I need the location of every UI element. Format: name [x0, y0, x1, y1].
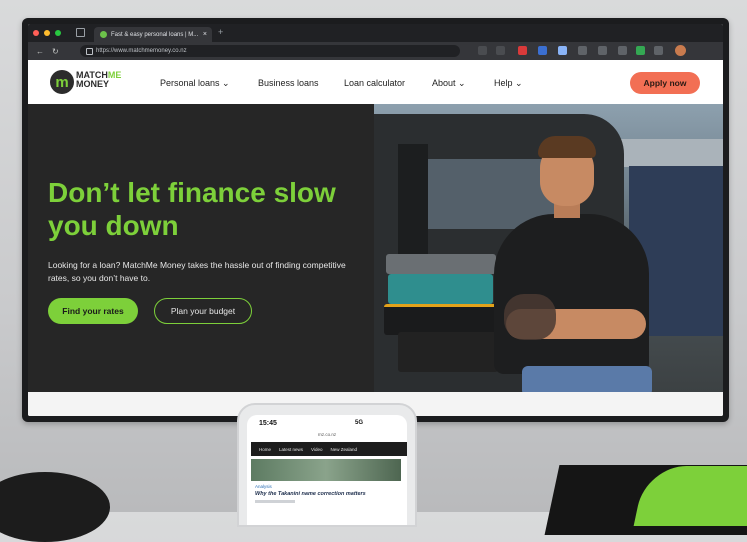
site-header: m MATCHME MONEY Personal loans ⌄ Busines… [28, 60, 723, 104]
back-icon[interactable]: ← [36, 47, 44, 56]
logo-mark-icon[interactable]: m [50, 70, 74, 94]
close-window-icon[interactable] [33, 30, 39, 36]
browser-tab[interactable]: Fast & easy personal loans | M... × [94, 27, 212, 42]
lock-icon [86, 48, 93, 55]
phone-article-image[interactable] [251, 459, 401, 481]
profile-avatar[interactable] [675, 45, 686, 56]
nav-loan-calculator[interactable]: Loan calculator [344, 78, 405, 88]
collections-icon[interactable] [598, 46, 607, 55]
favorites-icon[interactable] [618, 46, 627, 55]
phone-time: 15:45 [259, 420, 277, 427]
logo-text[interactable]: MATCHME MONEY [76, 71, 121, 89]
phone-url[interactable]: rnz.co.nz [247, 432, 407, 437]
phone-nav-home[interactable]: Home [259, 447, 271, 452]
read-aloud-icon[interactable] [478, 46, 487, 55]
maximize-window-icon[interactable] [55, 30, 61, 36]
computer-mouse [0, 472, 110, 542]
refresh-ext-icon[interactable] [578, 46, 587, 55]
reload-icon[interactable]: ↻ [52, 47, 59, 56]
phone-nav: Home Latest news Video New Zealand [251, 442, 407, 456]
url-bar[interactable]: https://www.matchmemoney.co.nz [80, 45, 460, 57]
shield-icon[interactable] [654, 46, 663, 55]
tab-actions-icon[interactable] [76, 28, 85, 37]
hero-photo [374, 104, 723, 392]
logo-word-me: ME [107, 70, 122, 80]
phone-article-category[interactable]: Analysis [255, 484, 272, 489]
tab-close-icon[interactable]: × [203, 31, 207, 38]
hero-title: Don’t let finance slow you down [48, 177, 336, 241]
logo-word-money: MONEY [76, 79, 110, 89]
site-favicon-icon [100, 31, 107, 38]
toolbox-grey [386, 254, 496, 274]
nav-about[interactable]: About ⌄ [432, 78, 466, 89]
person-hair [538, 136, 596, 158]
extension-red-icon[interactable] [518, 46, 527, 55]
phone-screen: 15:45 5G rnz.co.nz Home Latest news Vide… [247, 415, 407, 525]
nav-business-loans[interactable]: Business loans [258, 78, 319, 88]
person-tattoo [504, 294, 556, 340]
phone-signal: 5G [355, 420, 364, 426]
phone-article-headline[interactable]: Why the Takanini name correction matters [255, 491, 366, 497]
hero-panel: Don’t let finance slow you down Looking … [28, 104, 374, 392]
phone-nav-nz[interactable]: New Zealand [330, 447, 357, 452]
person-jeans [522, 366, 652, 392]
apply-now-button[interactable]: Apply now [630, 72, 700, 94]
garage-roof [614, 139, 723, 167]
toolbox-teal [388, 274, 493, 304]
nav-personal-loans[interactable]: Personal loans ⌄ [160, 78, 230, 89]
tab-title: Fast & easy personal loans | M... [111, 31, 199, 38]
extension-blue-icon[interactable] [538, 46, 547, 55]
extension-green-icon[interactable] [636, 46, 645, 55]
new-tab-button[interactable]: + [218, 27, 223, 37]
toolbox-black [398, 332, 498, 372]
plan-your-budget-button[interactable]: Plan your budget [154, 298, 252, 324]
ute-pillar [398, 144, 428, 254]
favorite-star-icon[interactable] [496, 46, 505, 55]
monitor: Fast & easy personal loans | M... × + ← … [22, 18, 729, 422]
phone-article-meta [255, 500, 295, 503]
nav-help[interactable]: Help ⌄ [494, 78, 523, 89]
url-text: https://www.matchmemoney.co.nz [96, 48, 187, 54]
browser-window: Fast & easy personal loans | M... × + ← … [28, 24, 723, 416]
hero-subtitle: Looking for a loan? MatchMe Money takes … [48, 260, 346, 283]
find-your-rates-button[interactable]: Find your rates [48, 298, 138, 324]
phone-nav-video[interactable]: Video [311, 447, 322, 452]
toolbox-black-yellow [384, 304, 502, 335]
phone-device: 15:45 5G rnz.co.nz Home Latest news Vide… [237, 403, 417, 527]
extension-light-icon[interactable] [558, 46, 567, 55]
phone-nav-latest[interactable]: Latest news [279, 447, 303, 452]
minimize-window-icon[interactable] [44, 30, 50, 36]
